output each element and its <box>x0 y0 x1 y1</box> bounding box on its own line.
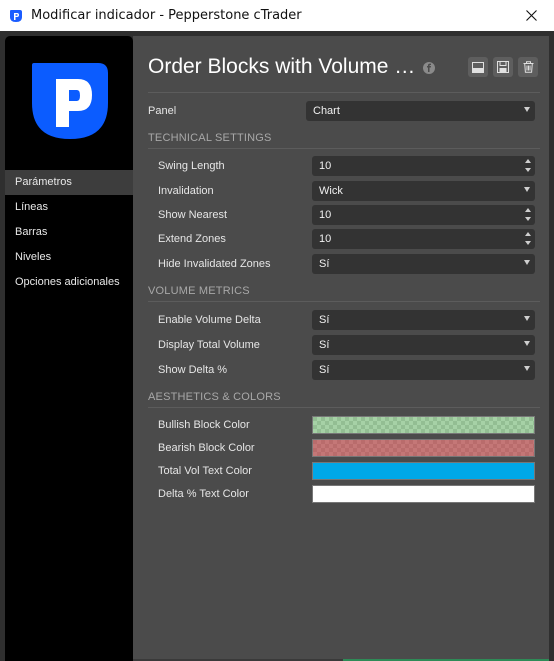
delete-button[interactable] <box>518 57 538 77</box>
total-vol-color-swatch[interactable] <box>312 462 535 480</box>
bullish-color-swatch[interactable] <box>312 416 535 434</box>
section-title: VOLUME METRICS <box>148 285 250 297</box>
chevron-down-icon <box>524 341 530 346</box>
sidebar-nav: Parámetros Líneas Barras Niveles Opcione… <box>5 170 133 295</box>
chevron-down-icon <box>524 107 530 112</box>
section-aesthetics-colors: AESTHETICS & COLORS <box>148 391 540 408</box>
sidebar-item-barras[interactable]: Barras <box>5 220 133 245</box>
param-bearish-color: Bearish Block Color <box>133 438 549 458</box>
section-title: AESTHETICS & COLORS <box>148 391 281 403</box>
enable-delta-value: Sí <box>319 314 330 326</box>
sidebar-item-niveles[interactable]: Niveles <box>5 245 133 270</box>
window-title: Modificar indicador - Pepperstone cTrade… <box>31 8 302 23</box>
info-icon[interactable] <box>422 61 436 75</box>
total-vol-color-label: Total Vol Text Color <box>158 465 252 477</box>
extend-zones-label: Extend Zones <box>158 233 226 245</box>
invalidation-label: Invalidation <box>158 185 214 197</box>
panel-label: Panel <box>148 105 177 117</box>
section-volume-metrics: VOLUME METRICS <box>148 285 540 302</box>
extend-zones-stepper[interactable]: 10 <box>312 229 535 249</box>
show-delta-pct-label: Show Delta % <box>158 364 228 376</box>
collapse-panel-button[interactable] <box>468 57 488 77</box>
display-total-select[interactable]: Sí <box>312 335 535 355</box>
close-icon[interactable] <box>508 0 554 31</box>
trash-icon <box>523 61 533 73</box>
page-title: Order Blocks with Volume Metrics <box>148 55 418 78</box>
spinner-icon[interactable] <box>525 159 531 173</box>
hide-invalidated-select[interactable]: Sí <box>312 254 535 274</box>
header-divider <box>148 92 540 93</box>
chevron-down-icon <box>524 187 530 192</box>
param-show-nearest: Show Nearest 10 <box>133 205 549 225</box>
section-title: TECHNICAL SETTINGS <box>148 132 272 144</box>
bullish-color-label: Bullish Block Color <box>158 419 250 431</box>
sidebar: Parámetros Líneas Barras Niveles Opcione… <box>5 36 133 661</box>
param-swing-length: Swing Length 10 <box>133 156 549 176</box>
panel-row: Panel Chart <box>133 101 549 121</box>
param-total-vol-color: Total Vol Text Color <box>133 461 549 481</box>
sidebar-item-opciones-adicionales[interactable]: Opciones adicionales <box>5 270 133 295</box>
enable-delta-select[interactable]: Sí <box>312 310 535 330</box>
panel-select[interactable]: Chart <box>306 101 535 121</box>
show-nearest-stepper[interactable]: 10 <box>312 205 535 225</box>
save-button[interactable] <box>493 57 513 77</box>
section-divider <box>148 148 540 149</box>
chevron-down-icon <box>524 260 530 265</box>
param-delta-pct-color: Delta % Text Color <box>133 484 549 504</box>
ctrader-app-icon <box>9 9 23 23</box>
swing-length-label: Swing Length <box>158 160 225 172</box>
indicator-header: Order Blocks with Volume Metrics <box>148 55 544 85</box>
param-display-total-volume: Display Total Volume Sí <box>133 335 549 355</box>
swing-length-value: 10 <box>319 160 332 172</box>
bullish-color-fill <box>313 417 534 433</box>
section-divider <box>148 301 540 302</box>
param-show-delta-pct: Show Delta % Sí <box>133 360 549 380</box>
bearish-color-swatch[interactable] <box>312 439 535 457</box>
spinner-icon[interactable] <box>525 208 531 222</box>
parameters-panel: Order Blocks with Volume Metrics Panel C… <box>133 36 549 661</box>
section-technical-settings: TECHNICAL SETTINGS <box>148 132 540 149</box>
display-total-label: Display Total Volume <box>158 339 260 351</box>
enable-delta-label: Enable Volume Delta <box>158 314 261 326</box>
bearish-color-fill <box>313 440 534 456</box>
show-nearest-label: Show Nearest <box>158 209 228 221</box>
bearish-color-label: Bearish Block Color <box>158 442 255 454</box>
param-invalidation: Invalidation Wick <box>133 181 549 201</box>
window-titlebar: Modificar indicador - Pepperstone cTrade… <box>0 0 554 31</box>
param-extend-zones: Extend Zones 10 <box>133 229 549 249</box>
param-hide-invalidated: Hide Invalidated Zones Sí <box>133 254 549 274</box>
section-divider <box>148 407 540 408</box>
delta-pct-color-swatch[interactable] <box>312 485 535 503</box>
save-icon <box>497 61 509 73</box>
invalidation-value: Wick <box>319 185 343 197</box>
panel-icon <box>472 61 484 73</box>
chevron-down-icon <box>524 316 530 321</box>
param-bullish-color: Bullish Block Color <box>133 415 549 435</box>
panel-value: Chart <box>313 105 340 117</box>
sidebar-item-lineas[interactable]: Líneas <box>5 195 133 220</box>
spinner-icon[interactable] <box>525 232 531 246</box>
show-nearest-value: 10 <box>319 209 332 221</box>
pepperstone-logo <box>28 59 112 143</box>
show-delta-pct-value: Sí <box>319 364 330 376</box>
display-total-value: Sí <box>319 339 330 351</box>
chevron-down-icon <box>524 366 530 371</box>
delta-pct-color-label: Delta % Text Color <box>158 488 249 500</box>
hide-invalidated-label: Hide Invalidated Zones <box>158 258 271 270</box>
swing-length-stepper[interactable]: 10 <box>312 156 535 176</box>
param-enable-volume-delta: Enable Volume Delta Sí <box>133 310 549 330</box>
hide-invalidated-value: Sí <box>319 258 330 270</box>
extend-zones-value: 10 <box>319 233 332 245</box>
sidebar-item-parametros[interactable]: Parámetros <box>5 170 133 195</box>
show-delta-pct-select[interactable]: Sí <box>312 360 535 380</box>
invalidation-select[interactable]: Wick <box>312 181 535 201</box>
